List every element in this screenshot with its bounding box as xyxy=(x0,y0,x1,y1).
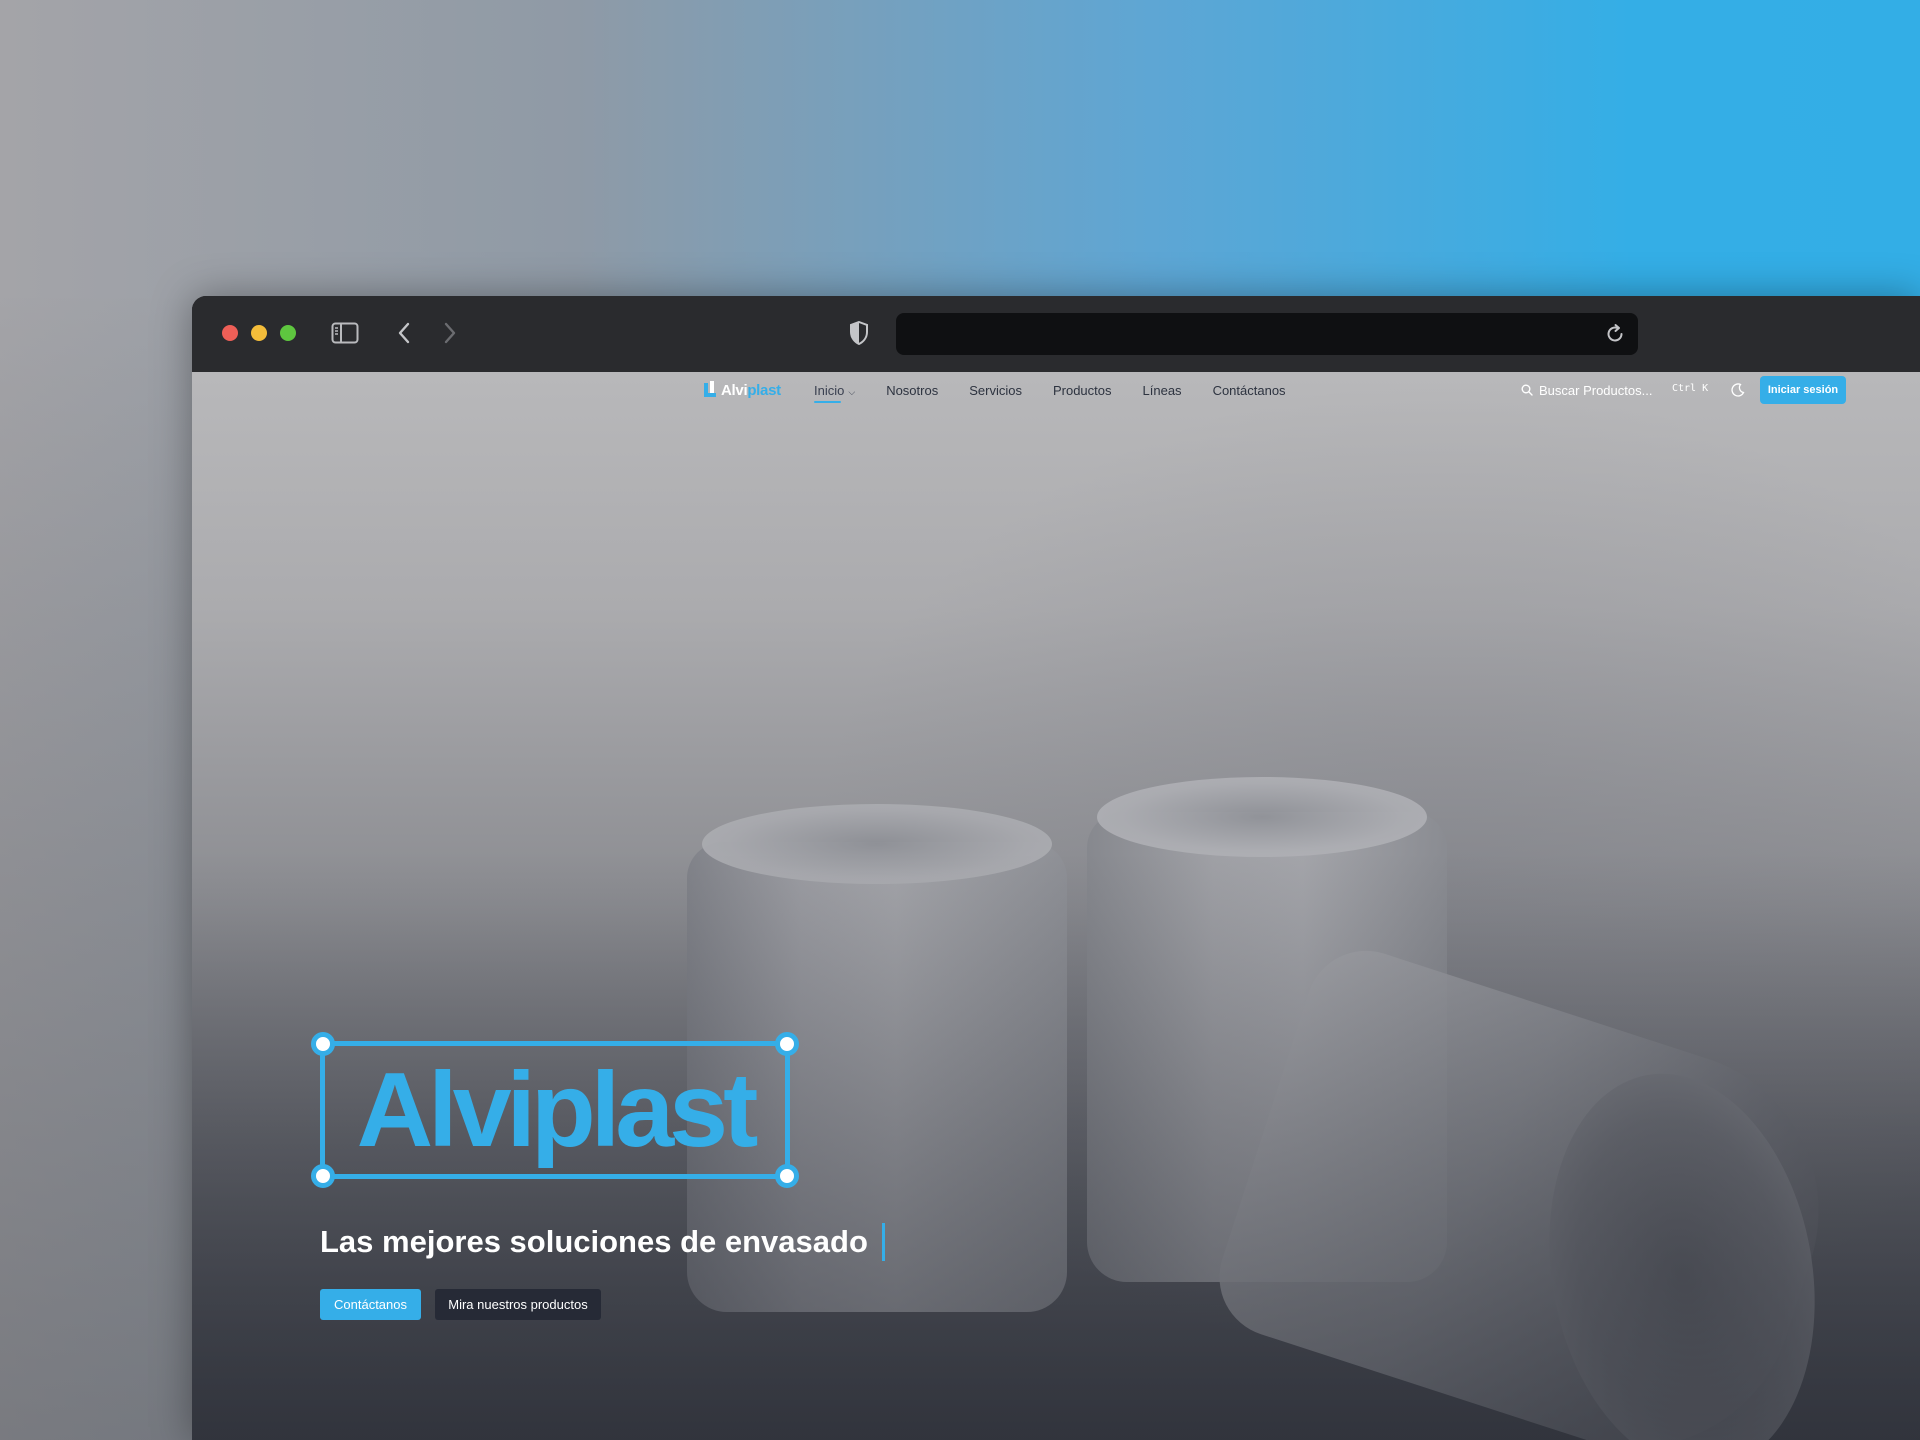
chevron-down-icon: ⌵ xyxy=(848,386,856,397)
hero-tagline: Las mejores soluciones de envasado xyxy=(320,1220,885,1264)
theme-toggle-icon[interactable] xyxy=(1730,382,1746,398)
search-button[interactable]: Buscar Productos... xyxy=(1521,381,1652,399)
nav-item-lineas[interactable]: Líneas xyxy=(1143,383,1182,398)
nav-item-label: Inicio xyxy=(814,382,845,398)
nav-item-inicio[interactable]: Inicio ⌵ xyxy=(814,382,856,403)
url-input[interactable] xyxy=(910,321,1594,349)
resize-handle xyxy=(311,1032,335,1056)
chevron-right-icon[interactable] xyxy=(438,316,462,350)
search-icon xyxy=(1521,384,1533,396)
nav-item-contactanos[interactable]: Contáctanos xyxy=(1213,383,1286,398)
resize-handle xyxy=(775,1164,799,1188)
search-label: Buscar Productos... xyxy=(1539,382,1653,398)
logo-text: Alvi xyxy=(721,381,748,399)
shield-icon[interactable] xyxy=(847,316,871,350)
hero-overlay xyxy=(192,372,1920,1440)
logo-mark-icon xyxy=(704,381,716,397)
chevron-left-icon[interactable] xyxy=(392,316,416,350)
login-button[interactable]: Iniciar sesión xyxy=(1760,376,1846,404)
nav-item-productos[interactable]: Productos xyxy=(1053,383,1112,398)
minimize-window-button[interactable] xyxy=(251,325,267,341)
nav-item-nosotros[interactable]: Nosotros xyxy=(886,383,938,398)
sidebar-toggle-icon[interactable] xyxy=(330,316,360,350)
resize-handle xyxy=(311,1164,335,1188)
page-viewport: Alvi plast Inicio ⌵ Nosotros Servicios Pr… xyxy=(192,372,1920,1440)
contact-button[interactable]: Contáctanos xyxy=(320,1289,421,1320)
logo-text-accent: plast xyxy=(747,381,781,399)
hero-brand-title: Alviplast xyxy=(356,1051,759,1169)
browser-toolbar xyxy=(192,296,1920,373)
site-header: Alvi plast Inicio ⌵ Nosotros Servicios Pr… xyxy=(192,372,1920,408)
close-window-button[interactable] xyxy=(222,325,238,341)
site-logo[interactable]: Alvi plast xyxy=(704,380,781,400)
browser-window: Alvi plast Inicio ⌵ Nosotros Servicios Pr… xyxy=(192,296,1920,1440)
main-nav: Inicio ⌵ Nosotros Servicios Productos Lín… xyxy=(814,372,1317,408)
hero-tagline-text: Las mejores soluciones de envasado xyxy=(320,1224,868,1259)
search-shortcut: Ctrl K xyxy=(1672,383,1709,394)
text-cursor xyxy=(881,1223,885,1261)
view-products-button[interactable]: Mira nuestros productos xyxy=(435,1289,601,1320)
reload-icon[interactable] xyxy=(1604,323,1626,345)
address-bar[interactable] xyxy=(896,313,1638,355)
zoom-window-button[interactable] xyxy=(280,325,296,341)
nav-item-servicios[interactable]: Servicios xyxy=(969,383,1022,398)
brand-selection-frame: Alviplast xyxy=(311,1032,799,1188)
resize-handle xyxy=(775,1032,799,1056)
